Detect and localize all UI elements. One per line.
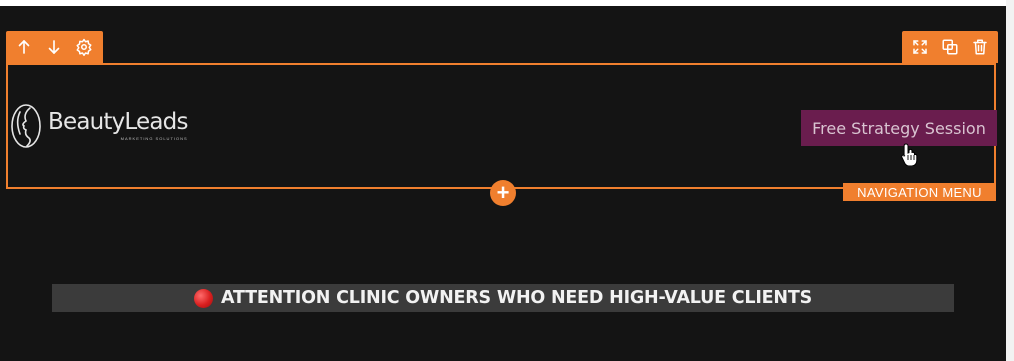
trash-icon — [973, 39, 987, 55]
arrow-down-icon — [48, 40, 60, 54]
move-down-button[interactable] — [42, 35, 66, 59]
arrow-up-icon — [18, 40, 30, 54]
red-circle-icon — [193, 288, 213, 308]
plus-icon: + — [496, 180, 510, 205]
section-toolbar-left — [6, 31, 103, 63]
face-profile-icon — [11, 104, 41, 148]
expand-icon — [913, 40, 927, 54]
hand-cursor-icon — [901, 143, 918, 166]
expand-button[interactable] — [908, 35, 932, 59]
add-section-button[interactable]: + — [490, 180, 516, 206]
logo-name: BeautyLeads — [48, 109, 188, 135]
delete-button[interactable] — [968, 35, 992, 59]
logo-tagline: MARKETING SOLUTIONS — [120, 136, 188, 141]
free-strategy-session-button[interactable]: Free Strategy Session — [801, 110, 997, 146]
duplicate-icon — [942, 39, 958, 55]
duplicate-button[interactable] — [938, 35, 962, 59]
brand-logo[interactable]: BeautyLeads MARKETING SOLUTIONS — [8, 100, 208, 152]
banner-headline: ATTENTION CLINIC OWNERS WHO NEED HIGH-VA… — [220, 288, 813, 308]
window-edge — [1006, 0, 1014, 361]
gear-icon — [76, 38, 92, 56]
move-up-button[interactable] — [12, 35, 36, 59]
section-toolbar-right — [902, 31, 998, 63]
section-type-label: NAVIGATION MENU — [843, 183, 996, 201]
settings-button[interactable] — [72, 35, 96, 59]
attention-banner: ATTENTION CLINIC OWNERS WHO NEED HIGH-VA… — [52, 284, 954, 312]
